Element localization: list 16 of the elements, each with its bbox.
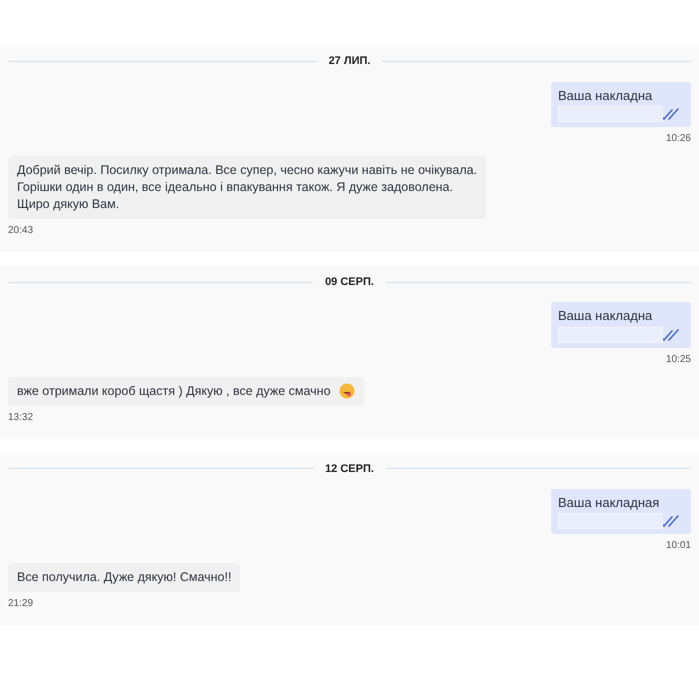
- message-text: Ваша накладная: [558, 495, 660, 512]
- message-text: Добрий вечір. Посилку отримала. Все супер, чесно кажучи навіть не очікувала. Горішки один в один, все ідеально і впакування також. Я дуже задоволена. Щиро дякую Вам.: [17, 162, 478, 213]
- message-time: 21:29: [8, 597, 34, 612]
- message-time: 20:43: [8, 224, 34, 238]
- message-text: Все получила. Дуже дякую! Смачно!!: [17, 569, 232, 586]
- message-time: 10:01: [666, 539, 691, 554]
- message-time: 10:26: [666, 132, 691, 146]
- date-separator: 09 СЕРП.: [325, 274, 374, 290]
- date-separator: 27 ЛИП.: [328, 54, 370, 69]
- message-text: Ваша накладна: [558, 88, 654, 104]
- message-text: вже отримали короб щастя ) Дякую , все дуже смачно: [17, 382, 331, 400]
- message-time: 10:25: [666, 352, 691, 366]
- message-time: 13:32: [8, 410, 34, 424]
- message-text: Ваша накладна: [558, 308, 654, 324]
- date-separator: 12 СЕРП.: [325, 462, 374, 476]
- emoji-icon: [338, 383, 355, 399]
